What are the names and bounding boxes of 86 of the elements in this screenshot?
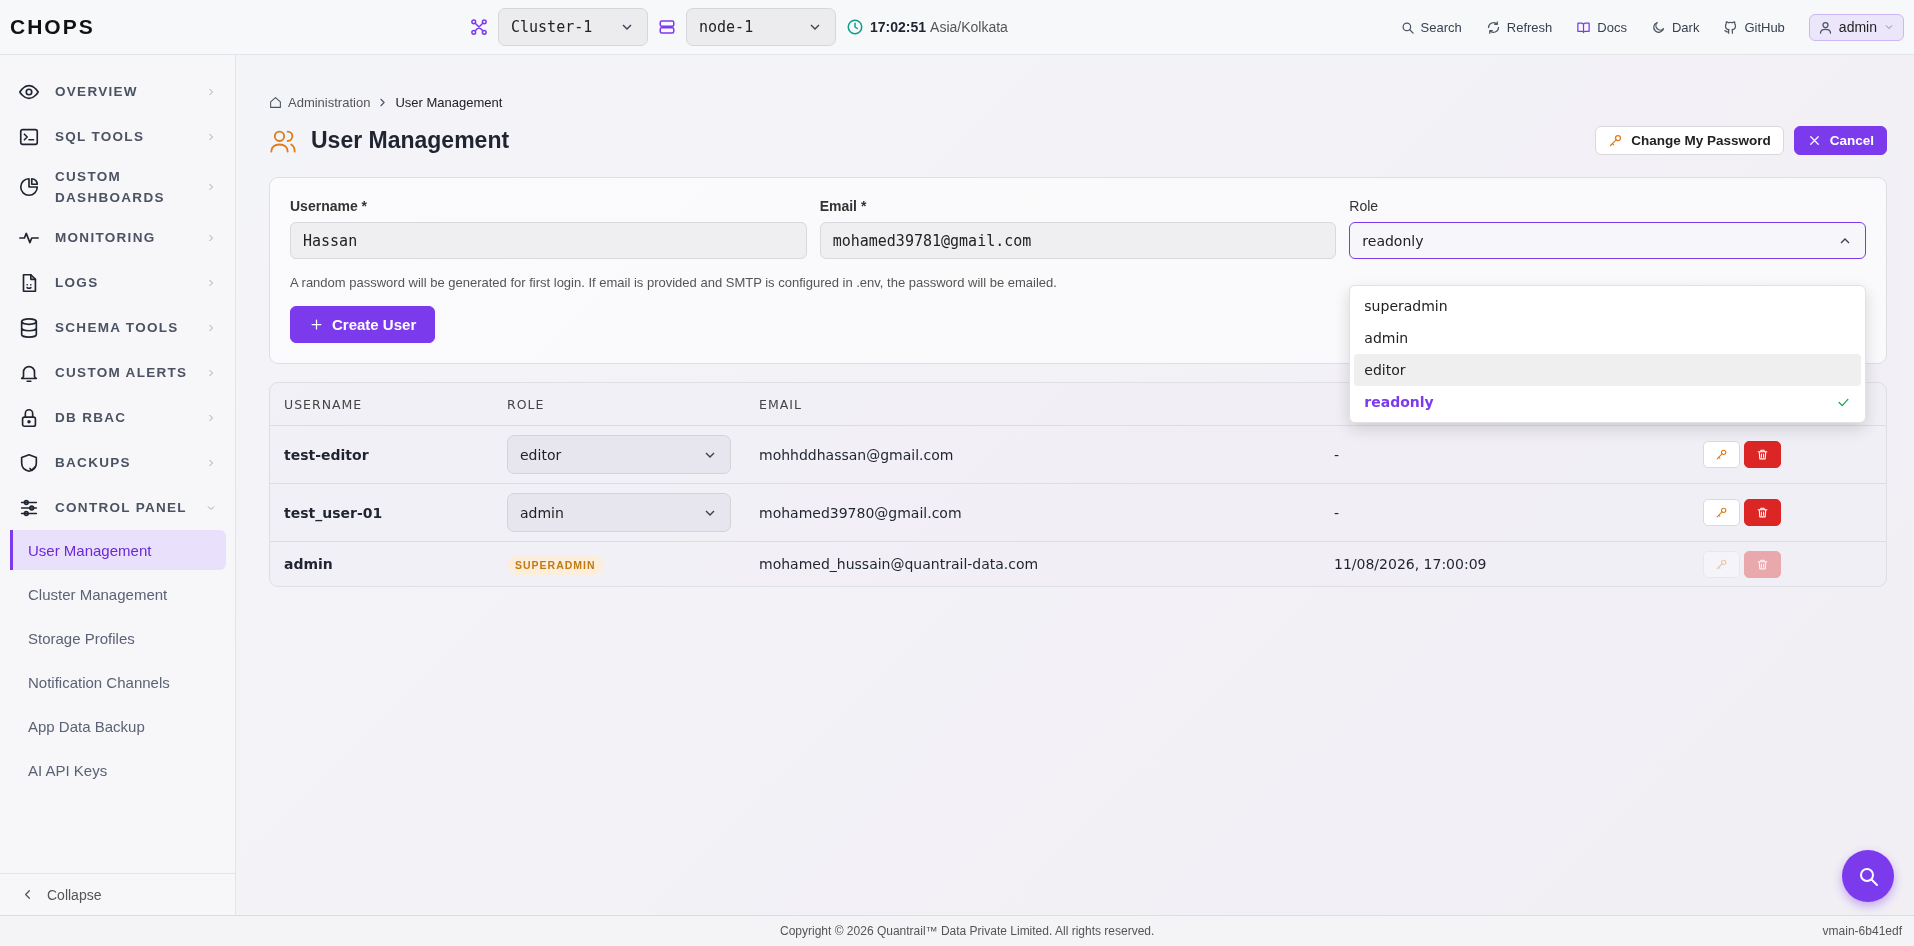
nav-subitem[interactable]: Cluster Management xyxy=(10,574,226,614)
table-cell-text: - xyxy=(1334,504,1341,521)
field-label: Email * xyxy=(819,198,868,214)
nav-item[interactable]: DB RBAC xyxy=(0,395,235,440)
role-select[interactable]: editor xyxy=(507,435,731,474)
column-header: EMAIL xyxy=(759,396,803,412)
app-logo[interactable]: CHOPS xyxy=(10,15,470,39)
timezone: Asia/Kolkata xyxy=(930,19,1008,35)
github-button[interactable]: GitHub xyxy=(1723,19,1785,35)
nav-subitem[interactable]: User Management xyxy=(10,530,226,570)
search-button[interactable]: Search xyxy=(1399,19,1462,35)
home-icon xyxy=(269,96,282,109)
trash-icon xyxy=(1756,448,1769,461)
table-cell-text: mohamed39780@gmail.com xyxy=(759,504,963,521)
nav-item[interactable]: OVERVIEW xyxy=(0,69,235,114)
github-icon xyxy=(1723,19,1739,35)
plus-icon xyxy=(309,317,324,332)
reset-password-button[interactable] xyxy=(1703,441,1740,468)
table-cell-text: test_user-01 xyxy=(284,504,384,521)
copyright-text: Copyright © 2026 Quantrail™ Data Private Limited. All rights reserved. xyxy=(780,924,1155,938)
book-button[interactable]: Docs xyxy=(1576,19,1627,35)
breadcrumb-link[interactable]: Administration xyxy=(288,95,371,110)
table-cell-text: admin xyxy=(284,556,334,572)
user-icon xyxy=(1817,19,1833,35)
delete-button[interactable] xyxy=(1744,499,1781,526)
nav-subitem[interactable]: App Data Backup xyxy=(10,706,226,746)
node-select[interactable]: node-1 xyxy=(686,8,836,46)
dropdown-option[interactable]: editor xyxy=(1354,354,1861,386)
moon-icon xyxy=(1650,19,1666,35)
column-header: ROLE xyxy=(507,396,546,412)
dropdown-option[interactable]: readonly xyxy=(1354,386,1861,418)
nav-icon xyxy=(18,451,40,474)
role-select[interactable]: readonly xyxy=(1349,222,1866,259)
email-field[interactable]: mohamed39781@gmail.com xyxy=(819,222,1337,259)
table-cell-text: 11/08/2026, 17:00:09 xyxy=(1334,556,1488,572)
breadcrumb-current: User Management xyxy=(395,95,503,110)
nav-item[interactable]: SQL TOOLS xyxy=(0,114,235,159)
delete-button[interactable] xyxy=(1744,441,1781,468)
create-user-button[interactable]: Create User xyxy=(290,306,436,343)
nav-icon xyxy=(18,316,40,339)
key-icon xyxy=(1715,506,1728,519)
nav-item[interactable]: SCHEMA TOOLS xyxy=(0,305,235,350)
nav-item[interactable]: MONITORING xyxy=(0,215,235,260)
table-cell-text: mohhddhassan@gmail.com xyxy=(759,446,955,463)
column-header: USERNAME xyxy=(284,396,364,412)
nav-item[interactable]: CUSTOM ALERTS xyxy=(0,350,235,395)
nav-subitem[interactable]: Storage Profiles xyxy=(10,618,226,658)
cancel-button[interactable]: Cancel xyxy=(1793,126,1887,155)
nav-subitem[interactable]: Notification Channels xyxy=(10,662,226,702)
refresh-button[interactable]: Refresh xyxy=(1485,19,1553,35)
user-menu[interactable]: admin xyxy=(1808,13,1904,41)
change-password-button[interactable]: Change My Password xyxy=(1595,126,1784,155)
clock-time: 17:02:51 xyxy=(870,19,927,35)
version-text: vmain-6b41edf xyxy=(1822,924,1902,938)
key-icon xyxy=(1715,448,1728,461)
search-button[interactable] xyxy=(1842,850,1894,902)
nav-item[interactable]: CONTROL PANEL xyxy=(0,485,235,530)
nav-item[interactable]: CUSTOM DASHBOARDS xyxy=(0,159,235,215)
table-cell-text: test-editor xyxy=(284,446,370,463)
trash-icon xyxy=(1756,506,1769,519)
page-title: User Management xyxy=(311,127,510,154)
refresh-icon xyxy=(1485,19,1501,35)
key-icon xyxy=(1608,133,1624,148)
moon-button[interactable]: Dark xyxy=(1650,19,1700,35)
nav-item[interactable]: LOGS xyxy=(0,260,235,305)
nav-item[interactable]: BACKUPS xyxy=(0,440,235,485)
key-icon xyxy=(1715,557,1728,571)
username-field[interactable]: Hassan xyxy=(290,222,807,259)
trash-icon xyxy=(1756,557,1769,571)
hint-text: A random password will be generated for first login. If email is provided and SMTP is configured in .env, the password will be emailed. xyxy=(290,275,1058,290)
nav-icon xyxy=(18,176,40,198)
table-cell-text: - xyxy=(1334,446,1341,463)
dropdown-option[interactable]: superadmin xyxy=(1354,290,1861,322)
cluster-select[interactable]: Cluster-1 xyxy=(498,8,648,46)
field-label: Username * xyxy=(290,198,369,214)
field-label: Role xyxy=(1349,198,1380,214)
table-cell-text: mohamed_hussain@quantrail-data.com xyxy=(759,556,1040,572)
book-icon xyxy=(1576,19,1592,35)
network-icon xyxy=(470,18,488,36)
dropdown-option[interactable]: admin xyxy=(1354,322,1861,354)
reset-password-button[interactable] xyxy=(1703,499,1740,526)
clock-icon xyxy=(846,18,864,36)
nav-subitem[interactable]: AI API Keys xyxy=(10,750,226,790)
role-badge: SUPERADMIN xyxy=(507,555,604,575)
server-icon xyxy=(658,18,676,36)
role-select[interactable]: admin xyxy=(507,493,731,532)
